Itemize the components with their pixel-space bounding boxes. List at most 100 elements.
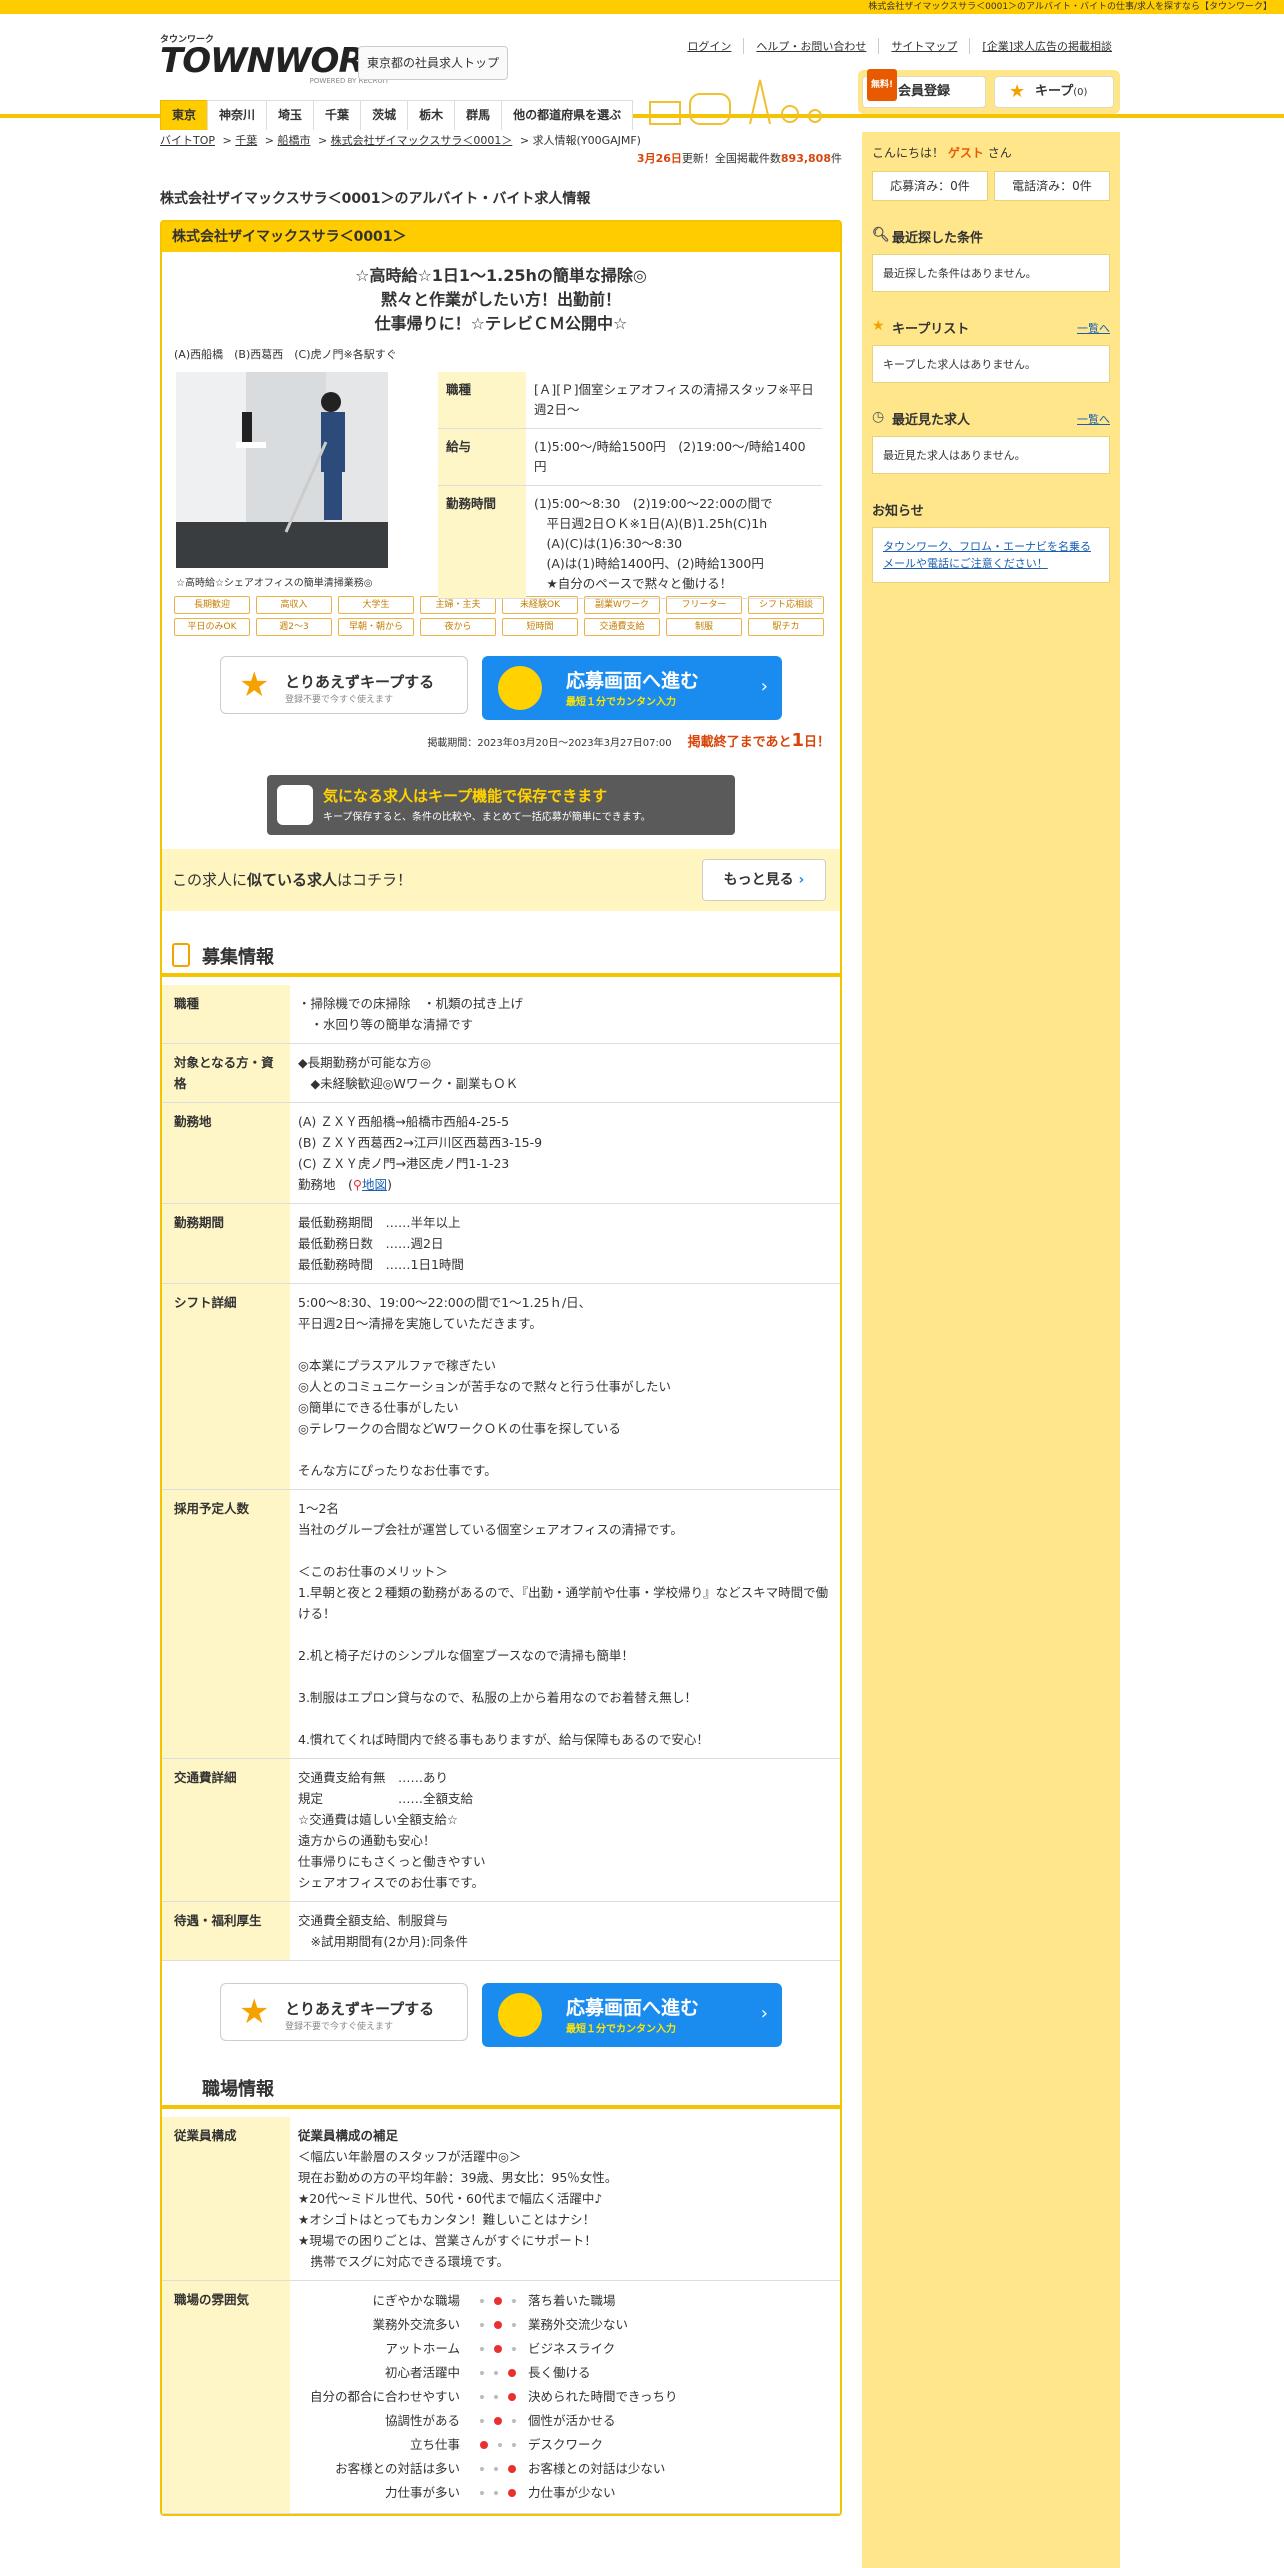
feature-tag[interactable]: 大学生 <box>338 596 414 614</box>
mascot-icon <box>498 666 542 710</box>
apply-button[interactable]: 応募画面へ進む 最短１分でカンタン入力 › <box>482 656 782 720</box>
help-link[interactable]: ヘルプ・お問い合わせ <box>744 38 880 54</box>
atmosphere-scale: にぎやかな職場 落ち着いた職場 業務外交流多い 業務外交流少ない アットホーム ビジネスラ… <box>290 2280 840 2514</box>
atmosphere-dots <box>468 2481 528 2505</box>
star-icon: ★ <box>872 318 885 334</box>
atmosphere-left: アットホーム <box>385 2341 460 2356</box>
crumb-company[interactable]: 株式会社ザイマックスサラ＜0001＞ <box>331 134 513 147</box>
tab-chiba[interactable]: 千葉 <box>313 100 362 130</box>
atmosphere-right: 業務外交流少ない <box>528 2317 629 2332</box>
crumb-top[interactable]: バイトTOP <box>160 134 215 147</box>
workplace-info-table: 従業員構成 従業員構成の補足 ＜幅広い年齢層のスタッフが活躍中◎＞ 現在お勤めの方… <box>162 2117 840 2514</box>
catch-copy: ☆高時給☆1日1～1.25hの簡単な掃除◎ 黙々と作業がしたい方！出勤前！ 仕事帰り… <box>355 266 647 333</box>
company-name: 株式会社ザイマックスサラ＜0001＞ <box>162 222 840 252</box>
atmosphere-dots <box>468 2457 528 2481</box>
mascot-icon <box>277 785 313 825</box>
feature-tag[interactable]: 高収入 <box>256 596 332 614</box>
star-icon: ★ <box>239 665 270 705</box>
member-register-button[interactable]: 無料! 会員登録 <box>862 69 986 108</box>
recruit-info-table: 職種 ・掃除機での床掃除 ・机類の拭き上げ ・水回り等の簡単な清掃です 対象となる方… <box>162 985 840 1961</box>
job-summary-table: 職種 [Ａ][Ｐ]個室シェアオフィスの清掃スタッフ※平日週2日～ 給与 (1)5:0… <box>438 372 822 599</box>
tab-other-prefs[interactable]: 他の都道府県を選ぶ <box>501 100 634 130</box>
header-links: ログイン ヘルプ・お問い合わせ サイトマップ [企業]求人広告の掲載相談 <box>675 38 1124 54</box>
prefecture-tabs: 東京 神奈川 埼玉 千葉 茨城 栃木 群馬 他の都道府県を選ぶ <box>160 100 634 130</box>
similar-jobs-bar: この求人に似ている求人はコチラ！ もっと見る › <box>162 849 840 911</box>
memo-icon <box>172 943 190 967</box>
crumb-funabashi[interactable]: 船橋市 <box>277 134 310 147</box>
photo-caption: ☆高時給☆シェアオフィスの簡単清掃業務◎ <box>176 578 373 589</box>
update-info: 3月26日更新！全国掲載件数893,808件 <box>636 152 842 165</box>
tab-tokyo[interactable]: 東京 <box>160 100 209 130</box>
feature-tag[interactable]: 駅チカ <box>748 618 824 636</box>
feature-tags: 長期歓迎 高収入 大学生 主婦・主夫 未経験OK 副業Wワーク フリーター シフト応相談 平日の… <box>162 596 840 636</box>
map-pin-icon: ⚲ <box>352 1177 363 1192</box>
keep-job-button[interactable]: ★ とりあえずキープする 登録不要で今すぐ使えます <box>220 1983 468 2041</box>
keep-promo-banner[interactable]: 気になる求人はキープ機能で保存できます キープ保存すると、条件の比較や、まとめて一… <box>267 775 735 835</box>
recent-viewed-heading: ◷ 最近見た求人 一覧へ <box>872 409 1110 428</box>
sidebar: こんにちは！ ゲスト さん 応募済み：0件 電話済み：0件 🔍︎ 最近探した条件 … <box>862 132 1120 2568</box>
atmosphere-dots <box>468 2385 528 2409</box>
feature-tag[interactable]: 短時間 <box>502 618 578 636</box>
map-link[interactable]: 地図 <box>362 1177 387 1192</box>
recent-viewed-box: 最近見た求人はありません。 <box>872 436 1110 474</box>
atmosphere-right: 決められた時間できっちり <box>528 2389 678 2404</box>
atmosphere-right: 個性が活かせる <box>528 2413 616 2428</box>
feature-tag[interactable]: 平日のみOK <box>174 618 250 636</box>
atmosphere-dots <box>468 2433 528 2457</box>
regular-job-top-button[interactable]: 東京都の社員求人トップ <box>358 46 508 80</box>
crumb-chiba[interactable]: 千葉 <box>235 134 257 147</box>
apply-button[interactable]: 応募画面へ進む 最短１分でカンタン入力 › <box>482 1983 782 2047</box>
atmosphere-dots <box>468 2313 528 2337</box>
mascot-icon <box>498 1993 542 2037</box>
atmosphere-right: 長く働ける <box>528 2365 591 2380</box>
keep-button[interactable]: ★ キープ(0) <box>994 76 1114 108</box>
tab-gunma[interactable]: 群馬 <box>454 100 503 130</box>
advertise-link[interactable]: [企業]求人広告の掲載相談 <box>970 38 1124 54</box>
notice-link[interactable]: タウンワーク、フロム・エーナビを名乗るメールや電話にご注意ください！ <box>883 538 1099 572</box>
tab-saitama[interactable]: 埼玉 <box>266 100 315 130</box>
keep-list-link[interactable]: 一覧へ <box>1077 320 1110 336</box>
feature-tag[interactable]: 制服 <box>666 618 742 636</box>
notice-heading: お知らせ <box>872 504 924 519</box>
atmosphere-right: デスクワーク <box>528 2437 604 2452</box>
atmosphere-right: 落ち着いた職場 <box>528 2293 616 2308</box>
login-link[interactable]: ログイン <box>675 38 745 54</box>
page-title: 株式会社ザイマックスサラ＜0001＞のアルバイト・バイト求人情報 <box>160 191 591 207</box>
station-info: (A)西船橋 (B)西葛西 (C)虎ノ門※各駅すぐ <box>174 348 397 361</box>
recent-viewed-link[interactable]: 一覧へ <box>1077 411 1110 427</box>
atmosphere-left: 業務外交流多い <box>372 2317 460 2332</box>
header-user-box: 無料! 会員登録 ★ キープ(0) <box>858 69 1120 114</box>
tab-ibaraki[interactable]: 茨城 <box>360 100 409 130</box>
action-buttons-bottom: ★ とりあえずキープする 登録不要で今すぐ使えます 応募画面へ進む 最短１分でカンタ… <box>162 1983 840 2047</box>
staff-composition: 従業員構成の補足 ＜幅広い年齢層のスタッフが活躍中◎＞ 現在お勤めの方の平均年齢：… <box>290 2117 840 2281</box>
sitemap-link[interactable]: サイトマップ <box>879 38 971 54</box>
tab-kanagawa[interactable]: 神奈川 <box>207 100 268 130</box>
recent-conditions-box: 最近探した条件はありません。 <box>872 254 1110 292</box>
free-badge: 無料! <box>867 69 898 101</box>
workplace-info-heading: 職場情報 <box>162 2075 840 2109</box>
feature-tag[interactable]: 早朝・朝から <box>338 618 414 636</box>
recruit-row: 勤務地 (A) ＺＸＹ西船橋→船橋市西船4-25-5 (B) ＺＸＹ西葛西2→江戸川… <box>162 1102 840 1204</box>
salary: (1)5:00～/時給1500円 (2)19:00～/時給1400円 <box>526 428 822 486</box>
tab-tochigi[interactable]: 栃木 <box>407 100 456 130</box>
recruit-row: 勤務期間 最低勤務期間 ……半年以上 最低勤務日数 ……週2日 最低勤務時間 ……1日… <box>162 1203 840 1284</box>
work-hours: (1)5:00～8:30 (2)19:00～22:00の間で 平日週2日ＯＫ※1… <box>526 485 822 599</box>
notice-box: タウンワーク、フロム・エーナビを名乗るメールや電話にご注意ください！ <box>872 527 1110 583</box>
feature-tag[interactable]: 週2～3 <box>256 618 332 636</box>
top-banner: 株式会社ザイマックスサラ＜0001＞のアルバイト・バイトの仕事/求人を探すなら【… <box>0 0 1284 14</box>
recruit-row: 採用予定人数 1～2名 当社のグループ会社が運営している個室シェアオフィスの清掃です… <box>162 1489 840 1759</box>
townwork-logo[interactable]: タウンワーク TOWNWORK POWERED BY RECRUIT <box>160 32 390 85</box>
atmosphere-dots <box>468 2289 528 2313</box>
job-photo <box>176 372 388 568</box>
feature-tag[interactable]: 交通費支給 <box>584 618 660 636</box>
feature-tag[interactable]: 長期歓迎 <box>174 596 250 614</box>
see-more-button[interactable]: もっと見る › <box>702 859 826 901</box>
star-icon: ★ <box>239 1992 270 2032</box>
atmosphere-dots <box>468 2337 528 2361</box>
feature-tag[interactable]: 夜から <box>420 618 496 636</box>
greeting: こんにちは！ ゲスト さん <box>872 146 1012 160</box>
keep-list-heading: ★ キープリスト 一覧へ <box>872 318 1110 337</box>
recent-conditions-heading: 🔍︎ 最近探した条件 <box>872 227 984 246</box>
keep-job-button[interactable]: ★ とりあえずキープする 登録不要で今すぐ使えます <box>220 656 468 714</box>
site-header: タウンワーク TOWNWORK POWERED BY RECRUIT 東京都の社… <box>0 14 1284 130</box>
